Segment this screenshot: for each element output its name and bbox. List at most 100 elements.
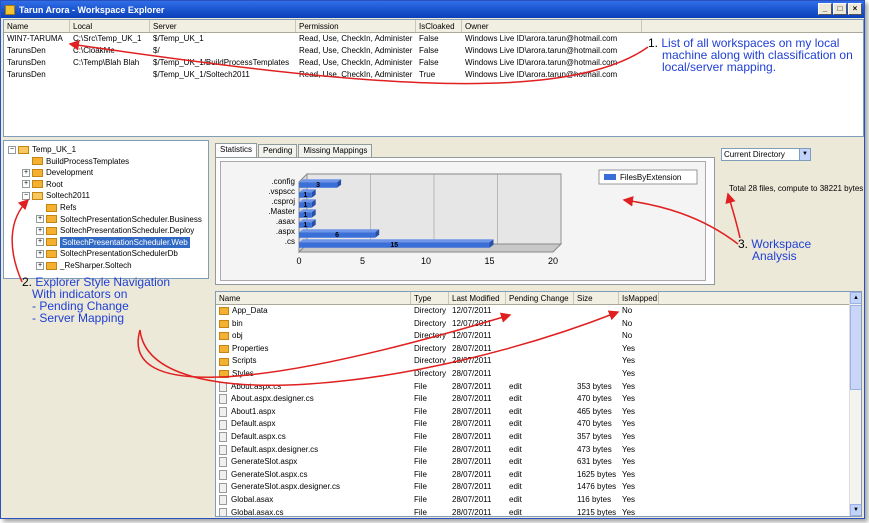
tree-node[interactable]: − Temp_UK_1 [8,144,76,155]
file-row[interactable]: About.aspx.designer.cs File 28/07/2011 edit… [216,393,861,406]
annotation-3-line-2: Analysis [752,249,797,263]
file-type-cell: File [414,419,427,429]
file-row[interactable]: About.aspx.cs File 28/07/2011 edit 353 bytes… [216,381,861,394]
col-header-local[interactable]: Local [70,20,150,32]
window-controls: _ □ × [818,3,862,15]
tree-node[interactable]: + Development [22,167,93,178]
collapse-icon[interactable]: − [22,191,30,200]
folder-icon [32,191,43,200]
workspace-cell: False [419,46,439,55]
file-row[interactable]: Default.aspx.cs File 28/07/2011 edit 357 byt… [216,431,861,444]
folder-icon [18,145,29,154]
workspace-cell: Read, Use, CheckIn, Administer [299,58,413,67]
col-header-size[interactable]: Size [574,292,619,304]
file-list-scrollbar[interactable]: ▲ ▼ [849,292,861,516]
file-row[interactable]: GenerateSlot.aspx File 28/07/2011 edit 631 b… [216,456,861,469]
annotation-2: 2. Explorer Style Navigation With indica… [22,276,202,324]
chevron-down-icon[interactable]: ▼ [799,149,810,160]
tree-node[interactable]: BuildProcessTemplates [22,156,129,167]
tree-node[interactable]: − Soltech2011 [22,190,90,201]
file-type-cell: File [414,469,427,479]
file-row[interactable]: Global.asax File 28/07/2011 edit 116 bytes Ye… [216,494,861,507]
tree-node[interactable]: + SoltechPresentationSchedulerDb [36,248,178,259]
scroll-down-icon[interactable]: ▼ [850,504,861,516]
close-button[interactable]: × [848,3,862,15]
file-row[interactable]: App_Data Directory 12/07/2011 No [216,305,861,318]
tree-node[interactable]: + Root [22,179,63,190]
col-header-permission[interactable]: Permission [296,20,416,32]
folder-icon [46,238,57,247]
file-type-cell: File [414,494,427,504]
workspace-cell: Windows Live ID\arora.tarun@hotmail.com [465,34,618,43]
file-pend-cell: edit [509,457,522,467]
col-header-owner[interactable]: Owner [462,20,642,32]
file-row[interactable]: Styles Directory 28/07/2011 Yes [216,368,861,381]
col-header-file-name[interactable]: Name [216,292,411,304]
col-header-pending-change[interactable]: Pending Change [506,292,574,304]
scroll-up-icon[interactable]: ▲ [850,292,861,304]
col-header-iscloaked[interactable]: IsCloaked [416,20,462,32]
file-type-cell: Directory [414,343,447,353]
file-list[interactable]: Name Type Last Modified Pending Change S… [215,291,862,517]
y-category-label: .Master [268,207,295,216]
tree-node[interactable]: + SoltechPresentationScheduler.Web [36,236,190,248]
tree-node[interactable]: + _ReSharper.Soltech [36,260,132,271]
file-row[interactable]: GenerateSlot.aspx.cs File 28/07/2011 edit 16… [216,469,861,482]
x-tick-label: 20 [548,256,558,266]
expand-icon[interactable]: + [36,226,44,235]
file-row[interactable]: Global.asax.cs File 28/07/2011 edit 1215 byt… [216,507,861,517]
file-pend-cell [506,355,574,368]
tree-node[interactable]: + SoltechPresentationScheduler.Deploy [36,225,194,236]
analysis-tabs: Statistics Pending Missing Mappings [215,143,373,157]
tree-node[interactable]: + SoltechPresentationScheduler.Business [36,214,202,225]
col-header-last-modified[interactable]: Last Modified [449,292,506,304]
file-row[interactable]: Properties Directory 28/07/2011 Yes [216,343,861,356]
col-header-type[interactable]: Type [411,292,449,304]
expand-icon[interactable]: + [36,238,44,247]
file-row[interactable]: Default.aspx.designer.cs File 28/07/2011 ed… [216,444,861,457]
tab-pending[interactable]: Pending [258,144,298,157]
col-header-ismapped[interactable]: IsMapped [619,292,659,304]
workspace-cell: True [419,70,436,79]
file-type-cell: File [414,406,427,416]
folder-icon [46,249,57,258]
folder-icon [219,370,229,379]
file-mod-cell: 12/07/2011 [452,331,492,341]
col-header-name[interactable]: Name [4,20,70,32]
file-row[interactable]: obj Directory 12/07/2011 No [216,330,861,343]
file-row[interactable]: bin Directory 12/07/2011 No [216,318,861,331]
scroll-thumb[interactable] [850,305,861,390]
expand-icon[interactable]: + [36,215,44,224]
file-row[interactable]: Default.aspx File 28/07/2011 edit 470 bytes Y… [216,418,861,431]
minimize-button[interactable]: _ [818,3,832,15]
folder-icon [32,157,43,166]
expand-icon[interactable]: + [36,261,44,270]
tab-missing-mappings[interactable]: Missing Mappings [298,144,373,157]
annotation-3-number: 3. [738,237,749,251]
col-header-server[interactable]: Server [150,20,296,32]
file-row[interactable]: Scripts Directory 28/07/2011 Yes [216,355,861,368]
workspace-cell: C:\Temp\Blah Blah [73,58,140,67]
file-size-cell: 1215 bytes [577,507,617,517]
file-size-cell: 1625 bytes [577,469,617,479]
maximize-button[interactable]: □ [833,3,847,15]
file-name-cell: GenerateSlot.aspx [216,456,411,469]
tree-node[interactable]: Refs [36,202,76,213]
file-row[interactable]: GenerateSlot.aspx.designer.cs File 28/07/2… [216,481,861,494]
expand-icon[interactable]: + [22,168,30,177]
bar-value-label: 1 [303,202,307,209]
tab-statistics[interactable]: Statistics [215,143,258,157]
file-row[interactable]: About1.aspx File 28/07/2011 edit 465 bytes Ye… [216,406,861,419]
expand-icon[interactable]: + [36,249,44,258]
window-title: Tarun Arora - Workspace Explorer [19,4,165,15]
workspace-cell: TarunsDen [7,58,46,67]
expand-icon[interactable]: + [22,180,30,189]
workspace-cell: TarunsDen [7,70,46,79]
file-mod-cell: 28/07/2011 [452,356,492,366]
collapse-icon[interactable]: − [8,145,16,154]
file-icon [219,507,227,516]
scope-dropdown[interactable]: Current Directory ▼ [721,148,811,161]
file-size-cell: 631 bytes [577,457,612,467]
folder-tree[interactable]: − Temp_UK_1 BuildProcessTemplates + Developm… [3,140,209,279]
workspace-cell: $/ [153,46,160,55]
